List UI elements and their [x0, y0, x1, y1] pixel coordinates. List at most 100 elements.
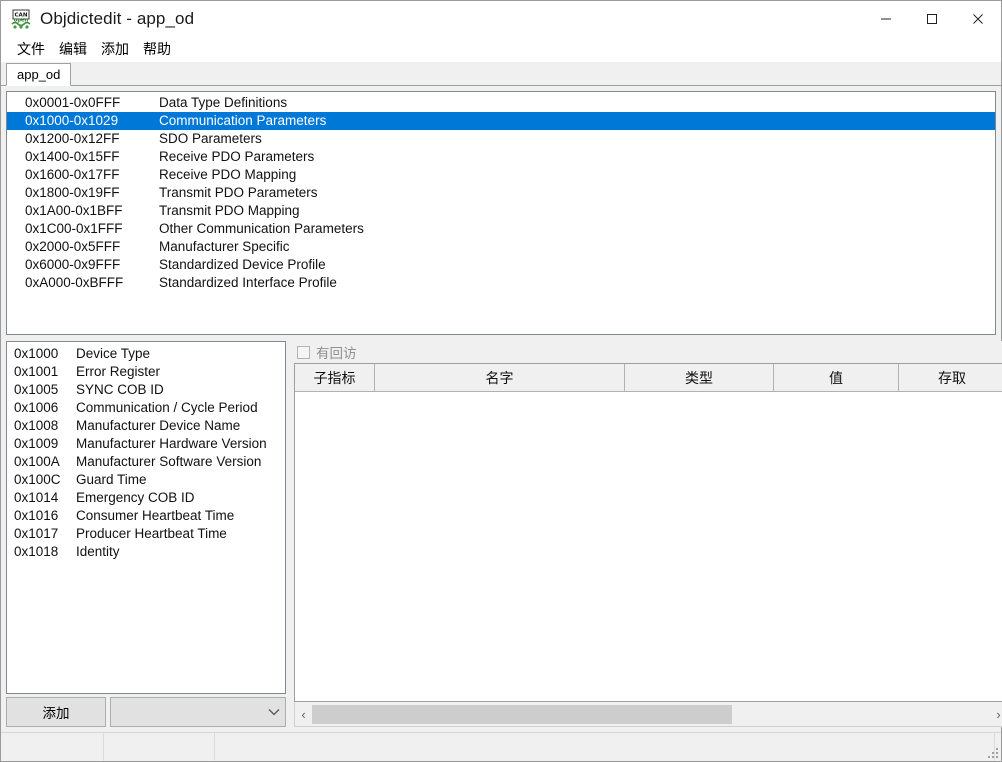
object-index-row[interactable]: 0x1016 Consumer Heartbeat Time: [7, 507, 285, 525]
object-index-row[interactable]: 0x1001 Error Register: [7, 363, 285, 381]
object-index-row[interactable]: 0x100A Manufacturer Software Version: [7, 453, 285, 471]
menu-add[interactable]: 添加: [94, 37, 136, 62]
horizontal-scroll-track[interactable]: [312, 702, 990, 726]
range-label: Standardized Interface Profile: [159, 275, 337, 290]
object-index-row[interactable]: 0x1000 Device Type: [7, 345, 285, 363]
object-index-label: Communication / Cycle Period: [76, 400, 258, 415]
menu-file[interactable]: 文件: [10, 37, 52, 62]
canopen-icon: CAN open: [10, 8, 32, 30]
object-index-code: 0x1005: [14, 382, 59, 397]
grid-column-header[interactable]: 子指标: [295, 364, 375, 391]
scroll-left-icon[interactable]: ‹: [295, 707, 312, 722]
object-index-label: Producer Heartbeat Time: [76, 526, 227, 541]
application-window: CAN open Objdictedit - app_od 文件 编辑 添加 帮…: [0, 0, 1002, 762]
range-code: 0x1400-0x15FF: [25, 149, 120, 164]
callback-label: 有回访: [316, 346, 357, 361]
status-bar-cell: [1, 733, 104, 761]
range-code: 0x6000-0x9FFF: [25, 257, 121, 272]
object-index-row[interactable]: 0x1008 Manufacturer Device Name: [7, 417, 285, 435]
chevron-down-icon: [263, 708, 285, 716]
object-index-code: 0x1000: [14, 346, 59, 361]
status-bar-cell: [215, 733, 995, 761]
object-index-label: Guard Time: [76, 472, 147, 487]
range-list-row[interactable]: 0x1A00-0x1BFF Transmit PDO Mapping: [7, 202, 995, 220]
object-index-row[interactable]: 0x1018 Identity: [7, 543, 285, 561]
range-label: Manufacturer Specific: [159, 239, 290, 254]
subindex-grid: 子指标 名字 类型值存取: [294, 363, 1002, 702]
index-type-combobox[interactable]: [110, 697, 286, 727]
range-list-row[interactable]: 0x1600-0x17FF Receive PDO Mapping: [7, 166, 995, 184]
object-index-row[interactable]: 0x1005 SYNC COB ID: [7, 381, 285, 399]
left-bottom-bar: 添加: [6, 697, 286, 727]
object-index-row[interactable]: 0x1006 Communication / Cycle Period: [7, 399, 285, 417]
range-code: 0x1C00-0x1FFF: [25, 221, 123, 236]
object-index-code: 0x100A: [14, 454, 60, 469]
horizontal-scroll-thumb[interactable]: [312, 704, 733, 724]
range-list-row[interactable]: 0x2000-0x5FFF Manufacturer Specific: [7, 238, 995, 256]
object-index-code: 0x1014: [14, 490, 59, 505]
callback-row: 有回访: [294, 341, 1002, 363]
index-range-list[interactable]: 0x0001-0x0FFF Data Type Definitions 0x1000…: [6, 91, 996, 335]
range-code: 0x1200-0x12FF: [25, 131, 120, 146]
range-label: Transmit PDO Parameters: [159, 185, 318, 200]
object-index-code: 0x1009: [14, 436, 59, 451]
object-index-label: Manufacturer Device Name: [76, 418, 241, 433]
object-index-row[interactable]: 0x1014 Emergency COB ID: [7, 489, 285, 507]
object-index-code: 0x1018: [14, 544, 59, 559]
subindex-grid-body[interactable]: [295, 392, 1002, 701]
range-label: Receive PDO Mapping: [159, 167, 297, 182]
object-index-code: 0x1001: [14, 364, 59, 379]
range-list-row[interactable]: 0x1C00-0x1FFF Other Communication Parame…: [7, 220, 995, 238]
status-bar-cell: [104, 733, 215, 761]
range-list-row[interactable]: 0x0001-0x0FFF Data Type Definitions: [7, 94, 995, 112]
lower-split: 0x1000 Device Type 0x1001 Error Register 0x1…: [6, 341, 1002, 727]
grid-column-header[interactable]: 存取: [899, 364, 1002, 391]
range-label: Standardized Device Profile: [159, 257, 326, 272]
scroll-right-icon[interactable]: ›: [990, 707, 1002, 722]
range-code: 0xA000-0xBFFF: [25, 275, 124, 290]
close-button[interactable]: [955, 1, 1001, 37]
range-code: 0x1800-0x19FF: [25, 185, 120, 200]
main-content: 0x0001-0x0FFF Data Type Definitions 0x1000…: [1, 86, 1002, 732]
grid-column-header[interactable]: 类型: [625, 364, 774, 391]
resize-grip[interactable]: [986, 746, 998, 758]
range-label: SDO Parameters: [159, 131, 262, 146]
menu-edit[interactable]: 编辑: [52, 37, 94, 62]
range-label: Data Type Definitions: [159, 95, 288, 110]
add-button[interactable]: 添加: [6, 697, 106, 727]
title-bar: CAN open Objdictedit - app_od: [1, 1, 1001, 37]
object-index-code: 0x1016: [14, 508, 59, 523]
grid-column-header[interactable]: 名字: [375, 364, 625, 391]
menu-bar: 文件 编辑 添加 帮助: [1, 37, 1001, 62]
range-code: 0x2000-0x5FFF: [25, 239, 121, 254]
tab-app-od[interactable]: app_od: [6, 63, 72, 86]
menu-help[interactable]: 帮助: [136, 37, 178, 62]
range-list-row[interactable]: 0x6000-0x9FFF Standardized Device Profile: [7, 256, 995, 274]
callback-checkbox[interactable]: [297, 345, 310, 359]
tab-strip: app_od: [1, 62, 1001, 86]
object-index-code: 0x1008: [14, 418, 59, 433]
object-index-code: 0x1006: [14, 400, 59, 415]
object-index-code: 0x100C: [14, 472, 61, 487]
object-index-label: Emergency COB ID: [76, 490, 195, 505]
grid-column-header[interactable]: 值: [774, 364, 899, 391]
object-index-row[interactable]: 0x1017 Producer Heartbeat Time: [7, 525, 285, 543]
object-index-label: Manufacturer Hardware Version: [76, 436, 267, 451]
right-panel: 有回访 子指标 名字 类型值存取 ‹ ›: [294, 341, 1002, 727]
range-list-row[interactable]: 0x1400-0x15FF Receive PDO Parameters: [7, 148, 995, 166]
minimize-button[interactable]: [863, 1, 909, 37]
object-index-label: Error Register: [76, 364, 161, 379]
range-list-row[interactable]: 0xA000-0xBFFF Standardized Interface Pro…: [7, 274, 995, 292]
maximize-button[interactable]: [909, 1, 955, 37]
object-index-row[interactable]: 0x100C Guard Time: [7, 471, 285, 489]
object-index-list[interactable]: 0x1000 Device Type 0x1001 Error Register 0x1…: [6, 341, 286, 694]
status-bar: [1, 732, 1001, 761]
range-code: 0x1600-0x17FF: [25, 167, 120, 182]
range-list-row[interactable]: 0x1800-0x19FF Transmit PDO Parameters: [7, 184, 995, 202]
window-controls: [863, 1, 1001, 37]
horizontal-scrollbar[interactable]: ‹ ›: [294, 702, 1002, 727]
object-index-row[interactable]: 0x1009 Manufacturer Hardware Version: [7, 435, 285, 453]
range-list-row[interactable]: 0x1000-0x1029 Communication Parameters: [7, 112, 995, 130]
range-label: Receive PDO Parameters: [159, 149, 315, 164]
range-list-row[interactable]: 0x1200-0x12FF SDO Parameters: [7, 130, 995, 148]
